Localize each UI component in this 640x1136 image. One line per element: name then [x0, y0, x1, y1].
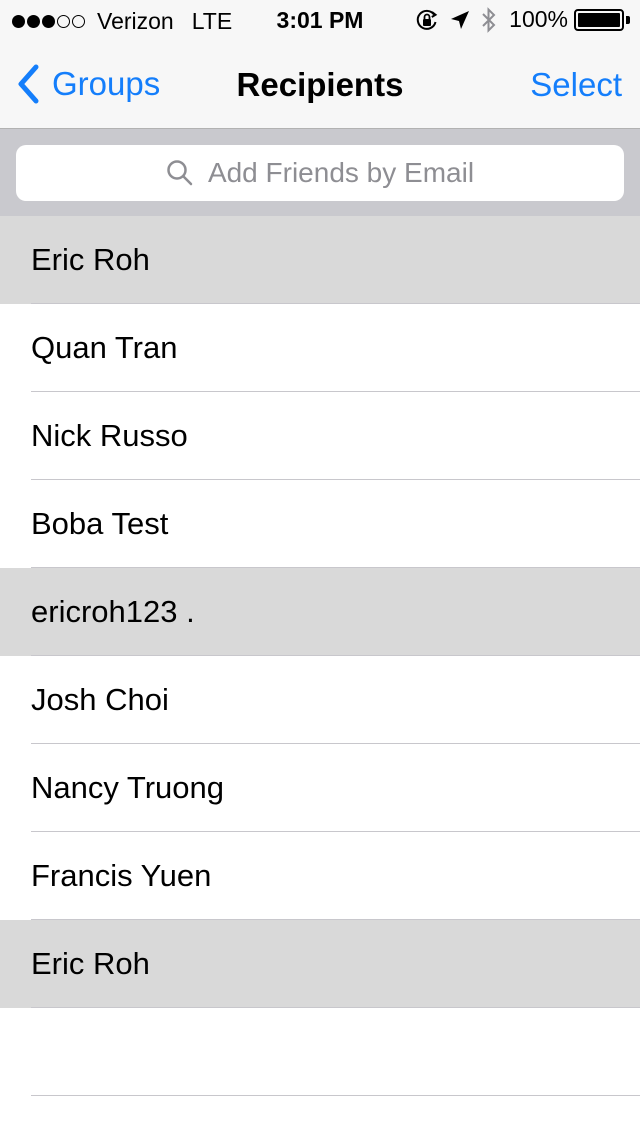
list-item[interactable]: Eric Roh: [0, 920, 640, 1008]
search-placeholder: Add Friends by Email: [207, 157, 475, 188]
search-icon: [167, 160, 193, 186]
empty-list-row: [0, 1008, 640, 1096]
recipients-list: Eric Roh Quan Tran Nick Russo Boba Test eric…: [0, 216, 640, 1096]
orientation-lock-icon: [415, 8, 439, 32]
list-item[interactable]: ericroh123 .: [0, 568, 640, 656]
contact-name: Francis Yuen: [31, 858, 212, 893]
battery-tip: [626, 15, 630, 24]
back-button-label: Groups: [52, 65, 161, 102]
location-arrow-icon: [449, 9, 471, 31]
navigation-bar: Groups Recipients Select: [0, 40, 640, 128]
contact-name: Eric Roh: [31, 946, 150, 981]
contact-name: Quan Tran: [31, 330, 178, 365]
list-item[interactable]: Nick Russo: [0, 392, 640, 480]
battery-icon: [574, 8, 630, 31]
app-screen: Verizon LTE 3:01 PM 100% Groups Recipien…: [0, 0, 640, 1136]
list-item[interactable]: Quan Tran: [0, 304, 640, 392]
list-item[interactable]: Nancy Truong: [0, 744, 640, 832]
chevron-left-icon: [18, 64, 39, 104]
contact-name: Eric Roh: [31, 242, 150, 277]
bluetooth-icon: [481, 6, 497, 33]
list-item[interactable]: Eric Roh: [0, 216, 640, 304]
status-right: 100%: [405, 6, 630, 33]
row-separator: [31, 1095, 640, 1096]
list-item[interactable]: Josh Choi: [0, 656, 640, 744]
search-input[interactable]: Add Friends by Email: [16, 145, 624, 201]
select-button[interactable]: Select: [530, 66, 622, 104]
contact-name: Boba Test: [31, 506, 169, 541]
status-bar: Verizon LTE 3:01 PM 100%: [0, 0, 640, 40]
battery-percentage: 100%: [509, 6, 568, 32]
contact-name: Nancy Truong: [31, 770, 224, 805]
list-item[interactable]: Boba Test: [0, 480, 640, 568]
back-button[interactable]: Groups: [16, 62, 160, 106]
search-bar: Add Friends by Email: [0, 128, 640, 216]
list-item[interactable]: Francis Yuen: [0, 832, 640, 920]
battery-body: [574, 8, 624, 31]
contact-name: Nick Russo: [31, 418, 188, 453]
contact-name: ericroh123 .: [31, 594, 195, 629]
battery-fill: [578, 12, 620, 27]
contact-name: Josh Choi: [31, 682, 169, 717]
